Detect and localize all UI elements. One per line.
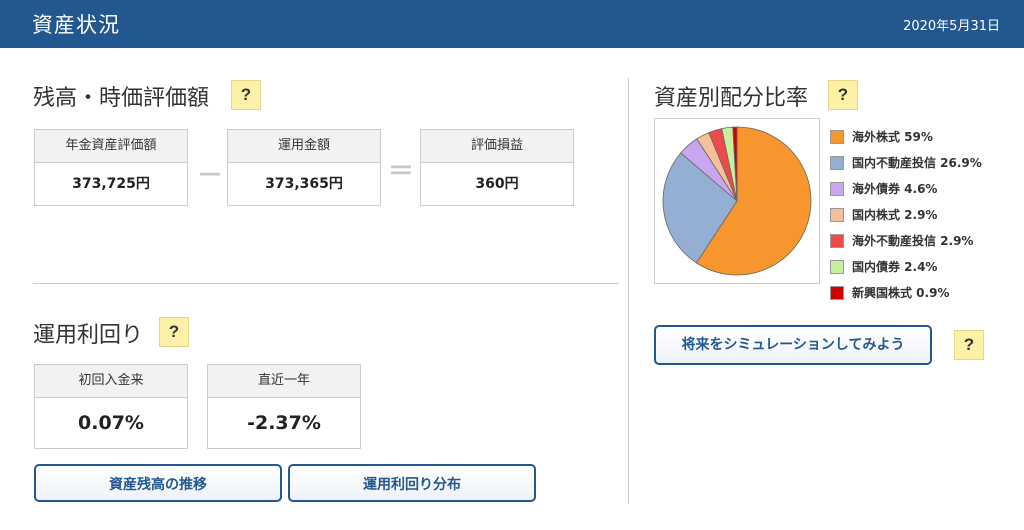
unrealized-gain-label: 評価損益: [421, 130, 573, 163]
as-of-date: 2020年5月31日: [903, 19, 1000, 34]
yield-distribution-button[interactable]: 運用利回り分布: [288, 464, 536, 502]
minus-sign: －: [197, 161, 224, 191]
valuation-title: 残高・時価評価額: [33, 86, 210, 111]
simulation-help-button[interactable]: ?: [954, 330, 984, 360]
page-title: 資産状況: [32, 13, 120, 37]
since-start-box: 初回入金来 0.07%: [34, 364, 188, 449]
since-start-label: 初回入金来: [35, 365, 187, 398]
legend-swatch: [830, 130, 844, 144]
legend-label: 海外株式 59%: [852, 130, 933, 144]
legend-swatch: [830, 234, 844, 248]
last-year-box: 直近一年 -2.37%: [207, 364, 361, 449]
column-divider: [628, 78, 629, 504]
unrealized-gain-value: 360円: [475, 176, 519, 192]
last-year-value: -2.37%: [247, 412, 321, 434]
legend-label: 新興国株式 0.9%: [852, 286, 950, 300]
invested-amount-label: 運用金額: [228, 130, 380, 163]
allocation-title: 資産別配分比率: [654, 86, 809, 111]
legend-label: 国内株式 2.9%: [852, 208, 938, 222]
allocation-pie-chart: [662, 126, 812, 276]
legend-label: 国内不動産投信 26.9%: [852, 156, 982, 170]
pension-assets-box: 年金資産評価額 373,725円: [34, 129, 188, 206]
section-divider: [33, 283, 619, 284]
yield-title: 運用利回り: [33, 323, 144, 348]
equals-sign: ＝: [388, 157, 415, 187]
yield-help-button[interactable]: ?: [159, 317, 189, 347]
legend-swatch: [830, 182, 844, 196]
header-bar: 資産状況 2020年5月31日: [0, 0, 1024, 48]
legend-swatch: [830, 286, 844, 300]
allocation-help-button[interactable]: ?: [828, 80, 858, 110]
legend-swatch: [830, 156, 844, 170]
invested-amount-value: 373,365円: [265, 176, 343, 192]
simulation-button[interactable]: 将来をシミュレーションしてみよう: [654, 325, 932, 365]
pension-assets-value: 373,725円: [72, 176, 150, 192]
since-start-value: 0.07%: [78, 412, 144, 434]
legend-label: 海外不動産投信 2.9%: [852, 234, 974, 248]
legend-label: 海外債券 4.6%: [852, 182, 938, 196]
legend-swatch: [830, 260, 844, 274]
allocation-pie-frame: [654, 118, 820, 284]
legend-swatch: [830, 208, 844, 222]
last-year-label: 直近一年: [208, 365, 360, 398]
balance-history-button[interactable]: 資産残高の推移: [34, 464, 282, 502]
pension-assets-label: 年金資産評価額: [35, 130, 187, 163]
valuation-help-button[interactable]: ?: [231, 80, 261, 110]
invested-amount-box: 運用金額 373,365円: [227, 129, 381, 206]
unrealized-gain-box: 評価損益 360円: [420, 129, 574, 206]
legend-label: 国内債券 2.4%: [852, 260, 938, 274]
